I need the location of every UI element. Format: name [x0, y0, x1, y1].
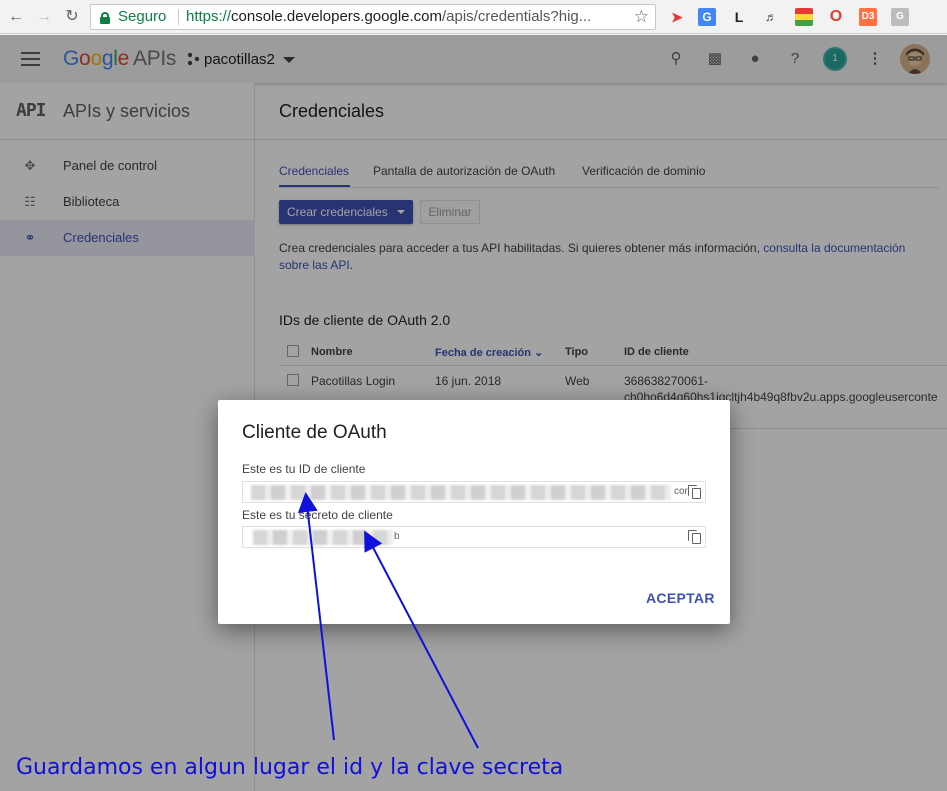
- forward-arrow-icon[interactable]: →: [34, 7, 54, 27]
- annotation-text: Guardamos en algun lugar el id y la clav…: [16, 755, 564, 780]
- client-secret-tail: b: [394, 531, 400, 542]
- lock-icon: [100, 12, 110, 24]
- copy-icon[interactable]: [687, 529, 703, 545]
- extension-g-icon[interactable]: G: [891, 8, 909, 26]
- secure-label: Seguro: [118, 8, 167, 25]
- url-text: https://console.developers.google.com/ap…: [186, 8, 592, 25]
- reload-icon[interactable]: ↻: [62, 7, 82, 27]
- client-id-field[interactable]: cor: [242, 481, 706, 503]
- redacted-client-secret: [253, 530, 393, 545]
- client-id-tail: cor: [674, 486, 688, 497]
- address-bar[interactable]: Seguro https://console.developers.google…: [90, 4, 656, 30]
- extension-d3-icon[interactable]: D3: [859, 8, 877, 26]
- extension-colors-icon[interactable]: [795, 8, 813, 26]
- bookmark-star-icon[interactable]: ☆: [634, 5, 649, 29]
- extension-l-icon[interactable]: L: [730, 8, 748, 26]
- back-arrow-icon[interactable]: ←: [6, 7, 26, 27]
- client-secret-label: Este es tu secreto de cliente: [242, 508, 393, 522]
- client-secret-field[interactable]: b: [242, 526, 706, 548]
- accept-button[interactable]: ACEPTAR: [646, 590, 715, 606]
- browser-toolbar: ← → ↻ Seguro https://console.developers.…: [0, 0, 947, 34]
- omnibox-separator: [178, 9, 179, 25]
- copy-icon[interactable]: [687, 484, 703, 500]
- oauth-client-dialog: Cliente de OAuth Este es tu ID de client…: [218, 400, 730, 624]
- redacted-client-id: [251, 485, 671, 500]
- extension-translate-icon[interactable]: G: [698, 8, 716, 26]
- extension-opera-icon[interactable]: O: [827, 8, 845, 26]
- dialog-title: Cliente de OAuth: [242, 422, 387, 443]
- extension-audio-icon[interactable]: ♬: [762, 8, 780, 26]
- client-id-label: Este es tu ID de cliente: [242, 462, 366, 476]
- extension-cast-icon[interactable]: ➤: [668, 8, 686, 26]
